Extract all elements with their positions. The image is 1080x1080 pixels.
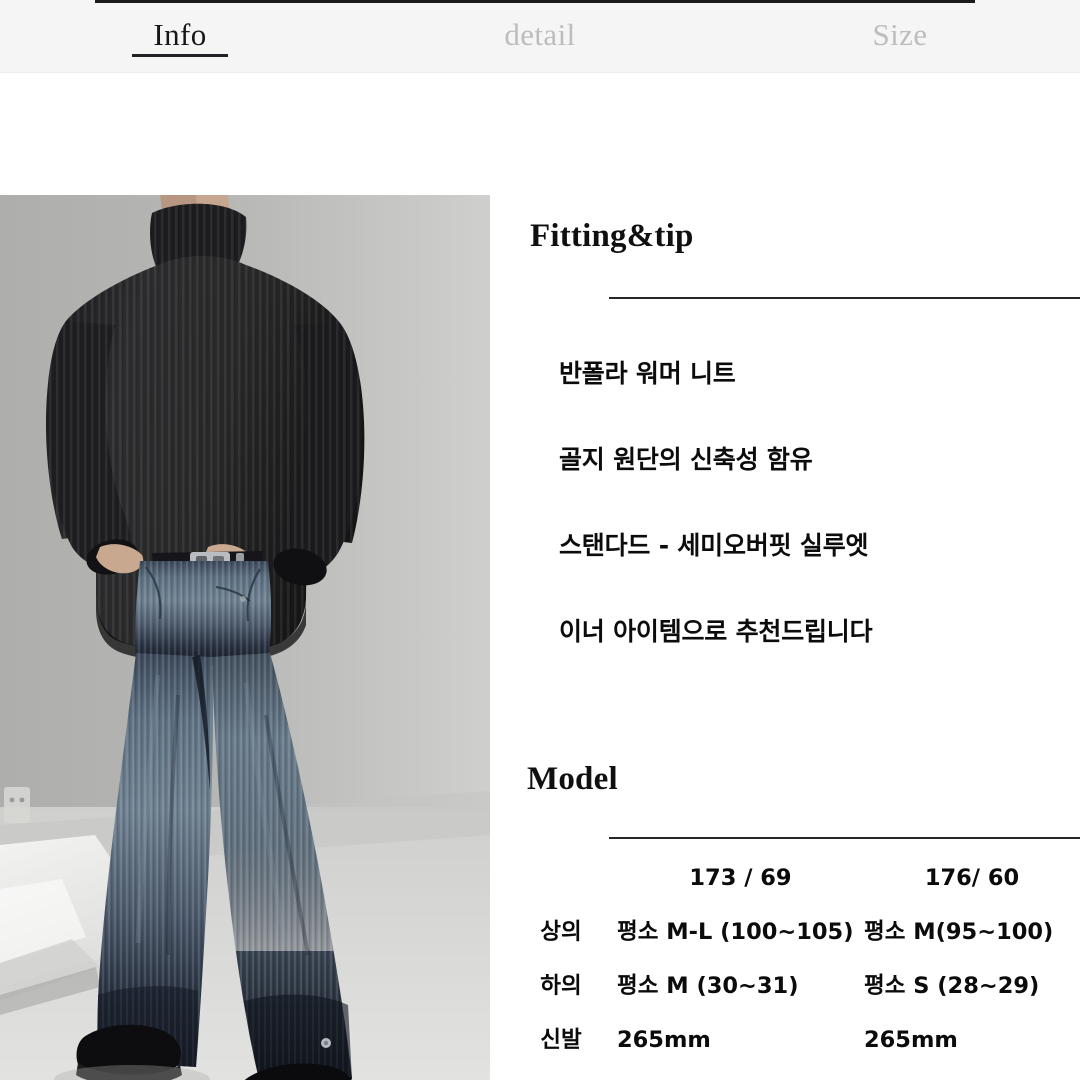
row-label: 하의 — [540, 973, 582, 999]
table-row: 신발 265mm 265mm — [505, 1013, 1080, 1067]
table-header-row: 173 / 69 176/ 60 — [505, 851, 1080, 905]
info-column: Fitting&tip 반폴라 워머 니트 골지 원단의 신축성 함유 스탠다드… — [505, 73, 1080, 1080]
model-spec-table: 173 / 69 176/ 60 상의 평소 M-L (100~105) 평소 … — [505, 851, 1080, 1067]
fitting-tip-item: 골지 원단의 신축성 함유 — [559, 445, 813, 474]
tab-info[interactable]: Info — [0, 0, 360, 73]
tab-list: Info detail Size — [0, 0, 1080, 73]
row-label: 신발 — [540, 1027, 582, 1053]
row-value-b: 평소 S (28~29) — [864, 973, 1040, 999]
tab-bar: Info detail Size — [0, 0, 1080, 73]
tab-active-underline — [132, 54, 228, 57]
fitting-tip-item: 이너 아이템으로 추천드립니다 — [559, 617, 873, 646]
model-a-header: 173 / 69 — [689, 865, 792, 891]
model-spec-header: 173 / 69 176/ 60 — [505, 851, 1080, 905]
tab-size[interactable]: Size — [720, 0, 1080, 73]
table-row: 상의 평소 M-L (100~105) 평소 M(95~100) — [505, 905, 1080, 959]
model-divider — [609, 837, 1080, 839]
product-detail-page: Info detail Size Fitting&tip 반폴라 워머 니트 골… — [0, 0, 1080, 1080]
row-value-a: 평소 M (30~31) — [617, 973, 799, 999]
table-row: 하의 평소 M (30~31) 평소 S (28~29) — [505, 959, 1080, 1013]
fitting-tip-divider — [609, 297, 1080, 299]
tab-detail-label: detail — [504, 17, 576, 52]
row-value-b: 265mm — [864, 1027, 958, 1053]
model-spec-body: 상의 평소 M-L (100~105) 평소 M(95~100) 하의 평소 M… — [505, 905, 1080, 1067]
tab-info-label: Info — [153, 17, 207, 52]
row-label: 상의 — [540, 919, 582, 945]
row-value-a: 265mm — [617, 1027, 711, 1053]
content-area: Fitting&tip 반폴라 워머 니트 골지 원단의 신축성 함유 스탠다드… — [0, 73, 1080, 1080]
fitting-tip-heading: Fitting&tip — [530, 218, 694, 254]
model-heading: Model — [527, 761, 618, 797]
row-value-b: 평소 M(95~100) — [864, 919, 1054, 945]
product-photo[interactable] — [0, 195, 490, 1080]
fitting-tip-item: 스탠다드 - 세미오버핏 실루엣 — [559, 531, 869, 560]
model-spec-corner — [505, 851, 617, 905]
tab-size-label: Size — [872, 17, 928, 52]
fitting-tip-item: 반폴라 워머 니트 — [559, 359, 736, 388]
model-b-header: 176/ 60 — [924, 865, 1020, 891]
tab-detail[interactable]: detail — [360, 0, 720, 73]
row-value-a: 평소 M-L (100~105) — [617, 919, 854, 945]
fitting-tip-list: 반폴라 워머 니트 골지 원단의 신축성 함유 스탠다드 - 세미오버핏 실루엣… — [559, 361, 1079, 705]
